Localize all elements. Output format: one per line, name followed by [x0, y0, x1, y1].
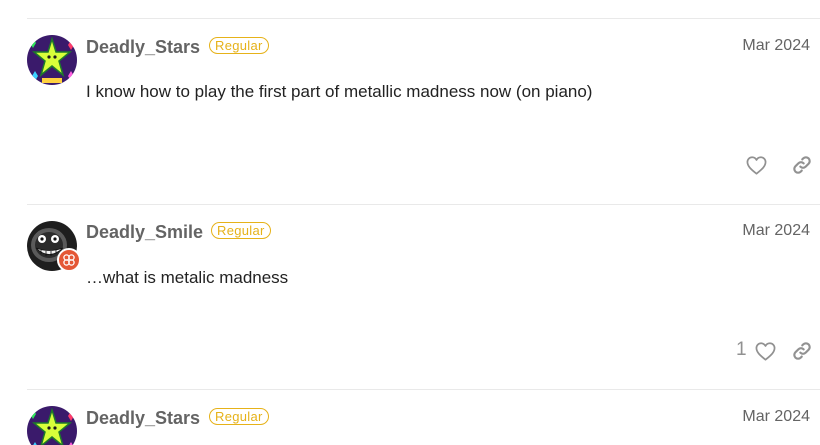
link-icon: [793, 342, 811, 360]
user-title-badge: Regular: [209, 408, 269, 425]
user-title-badge: Regular: [211, 222, 271, 239]
post-divider: [27, 389, 820, 390]
star-avatar-icon: [27, 406, 77, 445]
username[interactable]: Deadly_Smile: [86, 222, 203, 243]
username[interactable]: Deadly_Stars: [86, 408, 200, 429]
user-title-badge: Regular: [209, 37, 269, 54]
avatar[interactable]: [27, 35, 77, 85]
link-icon: [793, 156, 811, 174]
topic-thread: Deadly_Stars Regular Mar 2024 I know how…: [0, 0, 820, 445]
post-body: I know how to play the first part of met…: [86, 82, 593, 101]
avatar[interactable]: [27, 406, 77, 445]
post-date[interactable]: Mar 2024: [742, 222, 810, 240]
username[interactable]: Deadly_Stars: [86, 37, 200, 58]
post-date[interactable]: Mar 2024: [742, 408, 810, 426]
flair-icon: [57, 248, 81, 272]
share-link-button[interactable]: [787, 150, 817, 180]
share-link-button[interactable]: [787, 336, 817, 366]
like-button[interactable]: [741, 150, 771, 180]
like-count[interactable]: 1: [736, 339, 747, 361]
post-divider: [27, 204, 820, 205]
post-divider: [27, 18, 820, 19]
heart-icon: [746, 155, 766, 175]
star-avatar-icon: [27, 35, 77, 85]
like-button[interactable]: [750, 336, 780, 366]
post-date[interactable]: Mar 2024: [742, 37, 810, 55]
heart-icon: [755, 341, 775, 361]
post-body: …what is metalic madness: [86, 268, 289, 287]
